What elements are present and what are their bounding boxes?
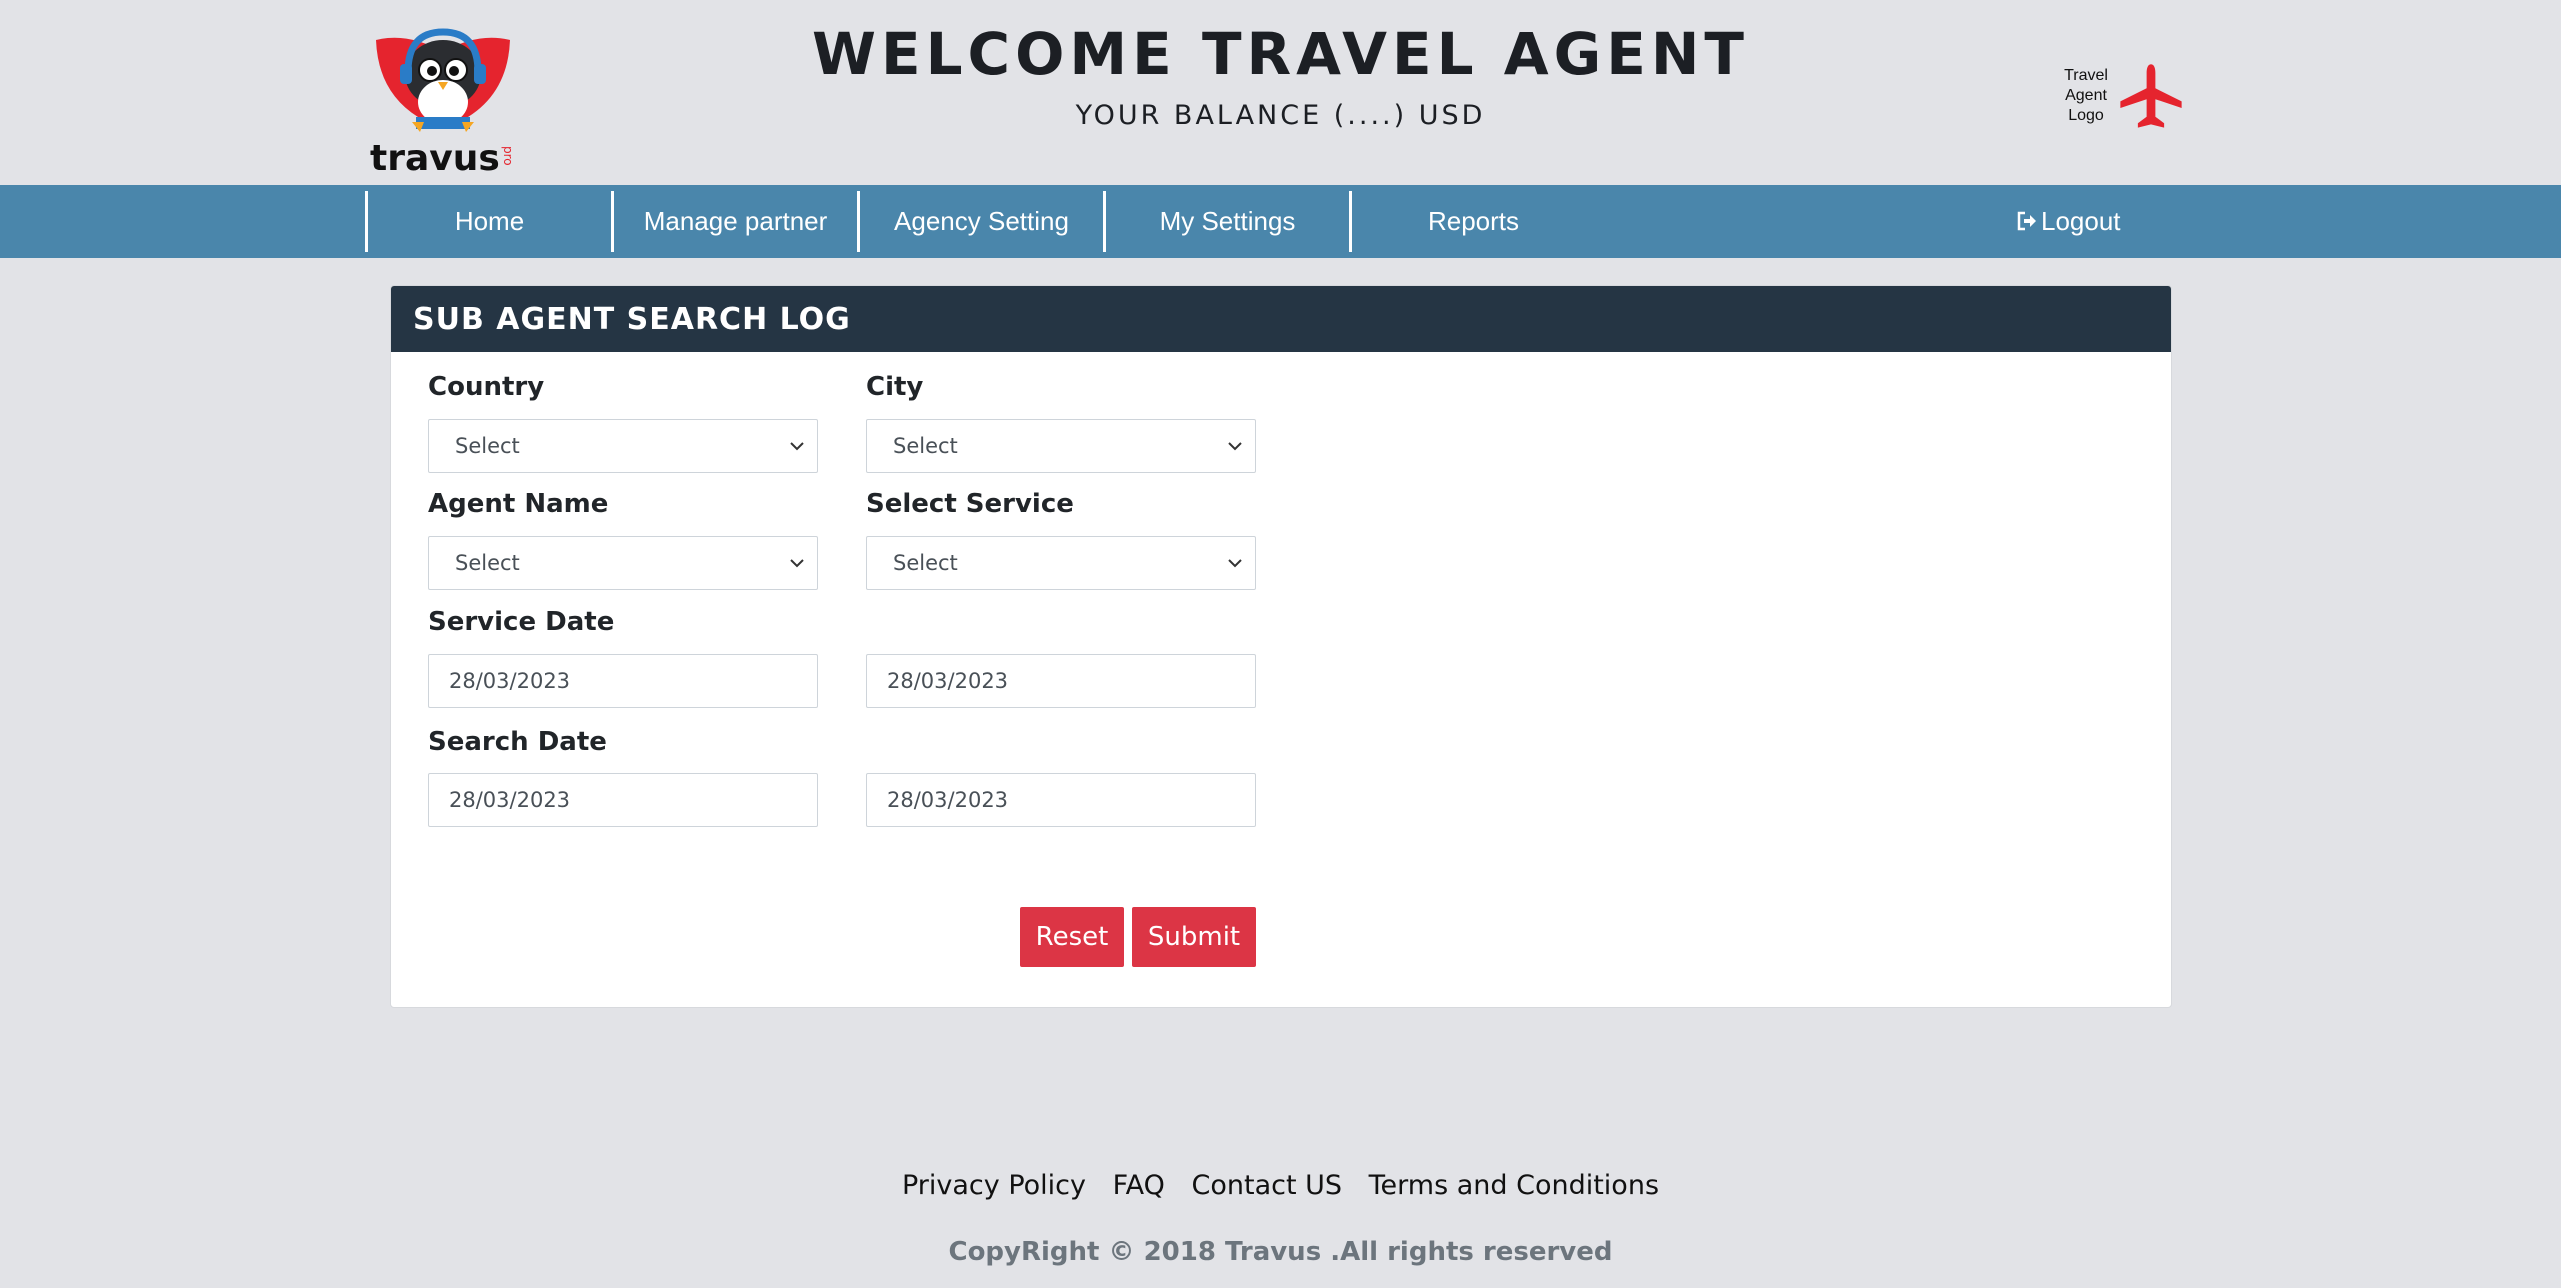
country-select-value: Select [455, 434, 520, 458]
service-date-from-input[interactable]: 28/03/2023 [428, 654, 818, 708]
search-date-label: Search Date [428, 727, 607, 757]
travel-agent-logo-text: Travel Agent Logo [2064, 67, 2108, 124]
city-select-value: Select [893, 434, 958, 458]
footer-links: Privacy Policy FAQ Contact US Terms and … [0, 1170, 2561, 1201]
chevron-down-icon [1228, 442, 1242, 451]
nav-reports[interactable]: Reports [1349, 191, 1595, 252]
reset-button[interactable]: Reset [1020, 907, 1124, 967]
search-date-from-input[interactable]: 28/03/2023 [428, 773, 818, 827]
country-select[interactable]: Select [428, 419, 818, 473]
chevron-down-icon [790, 442, 804, 451]
select-service-label: Select Service [866, 489, 1074, 519]
agent-name-select[interactable]: Select [428, 536, 818, 590]
svg-text:travus: travus [370, 138, 500, 179]
airplane-icon [2120, 64, 2182, 128]
search-log-panel: SUB AGENT SEARCH LOG Country Select City… [390, 285, 2172, 1008]
copyright-text: CopyRight © 2018 Travus .All rights rese… [948, 1237, 1613, 1267]
search-date-to-input[interactable]: 28/03/2023 [866, 773, 1256, 827]
main-nav: Home Manage partner Agency Setting My Se… [0, 185, 2561, 258]
submit-button[interactable]: Submit [1132, 907, 1256, 967]
nav-agency-setting[interactable]: Agency Setting [857, 191, 1103, 252]
logout-button[interactable]: Logout [2015, 191, 2121, 252]
header: travus pro WELCOME TRAVEL AGENT YOUR BAL… [0, 0, 2561, 185]
panel-title: SUB AGENT SEARCH LOG [391, 286, 2171, 352]
contact-us-link[interactable]: Contact US [1192, 1170, 1343, 1201]
service-select[interactable]: Select [866, 536, 1256, 590]
country-label: Country [428, 372, 545, 402]
service-date-to-input[interactable]: 28/03/2023 [866, 654, 1256, 708]
nav-home[interactable]: Home [365, 191, 611, 252]
chevron-down-icon [1228, 559, 1242, 568]
faq-link[interactable]: FAQ [1113, 1170, 1165, 1201]
terms-link[interactable]: Terms and Conditions [1369, 1170, 1659, 1201]
logout-label: Logout [2041, 206, 2121, 236]
nav-my-settings[interactable]: My Settings [1103, 191, 1349, 252]
agent-name-label: Agent Name [428, 489, 609, 519]
city-label: City [866, 372, 924, 402]
chevron-down-icon [790, 559, 804, 568]
nav-manage-partner[interactable]: Manage partner [611, 191, 857, 252]
service-select-value: Select [893, 551, 958, 575]
privacy-policy-link[interactable]: Privacy Policy [902, 1170, 1086, 1201]
svg-text:pro: pro [501, 146, 515, 166]
city-select[interactable]: Select [866, 419, 1256, 473]
service-date-label: Service Date [428, 607, 615, 637]
logout-icon [2017, 211, 2036, 231]
agent-name-select-value: Select [455, 551, 520, 575]
